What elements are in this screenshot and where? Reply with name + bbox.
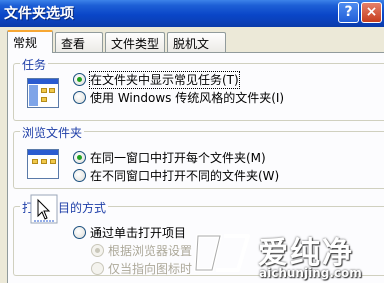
- option-label: 通过单击打开项目: [90, 226, 187, 240]
- group-tasks-legend: 任务: [20, 56, 49, 73]
- browse-preview-icon: [27, 149, 59, 179]
- radio-same-window[interactable]: [73, 151, 86, 164]
- radio-different-windows[interactable]: [73, 169, 86, 182]
- radio-underline-browser: [91, 244, 104, 257]
- pointer-cursor-icon: [30, 194, 58, 224]
- option-label: 根据浏览器设置: [108, 244, 193, 258]
- radio-underline-point: [91, 262, 104, 275]
- tab-file-types[interactable]: 文件类型: [105, 32, 165, 52]
- help-button[interactable]: ?: [338, 2, 359, 23]
- group-browse-legend: 浏览文件夹: [20, 124, 85, 141]
- tab-view[interactable]: 查看: [55, 32, 103, 52]
- watermark: 爱纯净 aichunjing.com: [188, 228, 384, 283]
- group-browse-folders: 浏览文件夹 在同一窗口中打开每个文件夹(M) 在不同窗口中打开不同的文件夹(W): [13, 124, 384, 189]
- watermark-url: aichunjing.com: [259, 266, 362, 280]
- radio-single-click[interactable]: [73, 226, 86, 239]
- window-title: 文件夹选项: [4, 6, 74, 22]
- tab-offline-files[interactable]: 脱机文件: [167, 32, 226, 68]
- tab-general[interactable]: 常规: [7, 30, 53, 53]
- option-label: 仅当指向图标时: [108, 262, 193, 276]
- radio-show-common-tasks[interactable]: [73, 73, 86, 86]
- group-tasks: 任务 在文件夹中显示常见任务(T) 使用 Windows 传统风格的文件夹(I): [13, 56, 384, 121]
- option-label: 在文件夹中显示常见任务(T): [89, 71, 240, 89]
- tasks-preview-icon: [27, 78, 59, 108]
- option-label: 在不同窗口中打开不同的文件夹(W): [90, 169, 280, 183]
- watermark-logo-icon: [194, 234, 250, 272]
- close-icon: ×: [365, 4, 378, 20]
- option-label: 使用 Windows 传统风格的文件夹(I): [90, 91, 285, 105]
- radio-classic-folders[interactable]: [73, 91, 86, 104]
- close-button[interactable]: ×: [361, 2, 382, 23]
- help-icon: ?: [344, 4, 353, 20]
- option-label: 在同一窗口中打开每个文件夹(M): [90, 151, 266, 165]
- title-bar: 文件夹选项 ? ×: [0, 0, 384, 27]
